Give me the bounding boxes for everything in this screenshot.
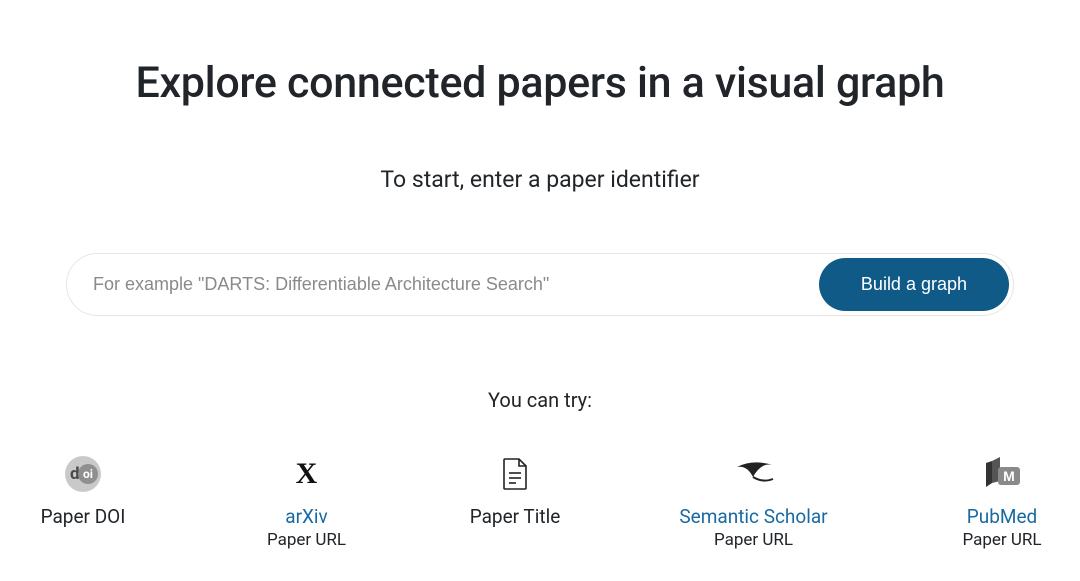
document-icon [502, 454, 528, 494]
option-title: Paper Title [470, 506, 561, 529]
identifier-options: oi Paper DOI X arXiv Paper URL [0, 454, 1080, 551]
option-semantic-scholar[interactable]: Semantic Scholar Paper URL [664, 454, 844, 551]
try-label: You can try: [488, 388, 592, 412]
svg-text:M: M [1003, 468, 1015, 484]
semantic-scholar-icon [733, 454, 775, 494]
search-bar: Build a graph [66, 253, 1014, 316]
option-arxiv[interactable]: X arXiv Paper URL [247, 454, 367, 551]
option-paper-title[interactable]: Paper Title [455, 454, 575, 529]
build-graph-button[interactable]: Build a graph [819, 258, 1009, 311]
landing-container: Explore connected papers in a visual gra… [0, 0, 1080, 551]
arxiv-icon: X [296, 454, 318, 494]
page-title: Explore connected papers in a visual gra… [135, 58, 944, 108]
option-title: Paper DOI [41, 506, 126, 529]
doi-icon: oi [65, 454, 101, 494]
paper-search-input[interactable] [67, 258, 819, 311]
option-doi[interactable]: oi Paper DOI [8, 454, 158, 529]
option-title: PubMed [967, 506, 1038, 529]
option-pubmed[interactable]: M PubMed Paper URL [932, 454, 1072, 551]
option-title: arXiv [285, 506, 328, 529]
option-subtitle: Paper URL [962, 529, 1041, 551]
pubmed-icon: M [982, 454, 1022, 494]
option-subtitle: Paper URL [714, 529, 793, 551]
option-subtitle: Paper URL [267, 529, 346, 551]
page-subtitle: To start, enter a paper identifier [380, 166, 699, 193]
option-title: Semantic Scholar [679, 506, 827, 529]
